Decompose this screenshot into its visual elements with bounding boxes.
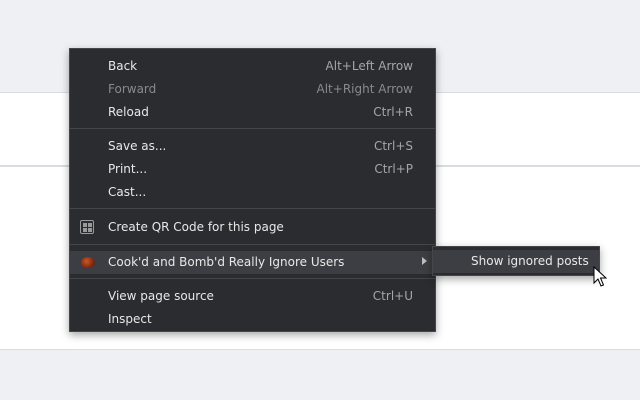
menu-item-label: Back [108,59,138,73]
menu-item-shortcut: Ctrl+R [373,105,413,119]
menu-separator [70,128,435,129]
menu-item-label: Cast... [108,185,147,199]
menu-separator [70,244,435,245]
menu-item-print[interactable]: Print... Ctrl+P [70,158,435,181]
menu-item-forward: Forward Alt+Right Arrow [70,78,435,101]
menu-item-label: Create QR Code for this page [108,220,284,234]
mouse-cursor-icon [593,266,607,287]
submenu-item-show-ignored-posts[interactable]: Show ignored posts [433,250,599,273]
menu-item-shortcut: Ctrl+U [372,289,413,303]
menu-item-label: View page source [108,289,214,303]
menu-separator [70,278,435,279]
menu-item-reload[interactable]: Reload Ctrl+R [70,101,435,124]
menu-item-inspect[interactable]: Inspect [70,308,435,331]
menu-item-label: Print... [108,162,148,176]
menu-item-shortcut: Alt+Right Arrow [316,82,413,96]
menu-item-shortcut: Alt+Left Arrow [325,59,413,73]
menu-item-shortcut: Ctrl+S [373,139,413,153]
menu-item-view-page-source[interactable]: View page source Ctrl+U [70,285,435,308]
qr-code-icon [80,220,94,234]
menu-item-label: Inspect [108,312,152,326]
menu-item-shortcut: Ctrl+P [374,162,413,176]
menu-item-label: Save as... [108,139,167,153]
context-submenu: Show ignored posts [432,246,600,276]
menu-item-label: Cook'd and Bomb'd Really Ignore Users [108,255,345,269]
menu-item-save-as[interactable]: Save as... Ctrl+S [70,135,435,158]
menu-separator [70,208,435,209]
menu-item-label: Reload [108,105,149,119]
menu-item-back[interactable]: Back Alt+Left Arrow [70,55,435,78]
menu-item-cast[interactable]: Cast... [70,181,435,204]
menu-item-label: Forward [108,82,157,96]
extension-icon [81,257,95,268]
context-menu: Back Alt+Left Arrow Forward Alt+Right Ar… [69,48,436,332]
submenu-item-label: Show ignored posts [471,254,589,268]
menu-item-create-qr-code[interactable]: Create QR Code for this page [70,216,435,239]
submenu-arrow-icon [422,257,427,265]
menu-item-cookd-bombd-ignore-users[interactable]: Cook'd and Bomb'd Really Ignore Users [70,251,435,274]
